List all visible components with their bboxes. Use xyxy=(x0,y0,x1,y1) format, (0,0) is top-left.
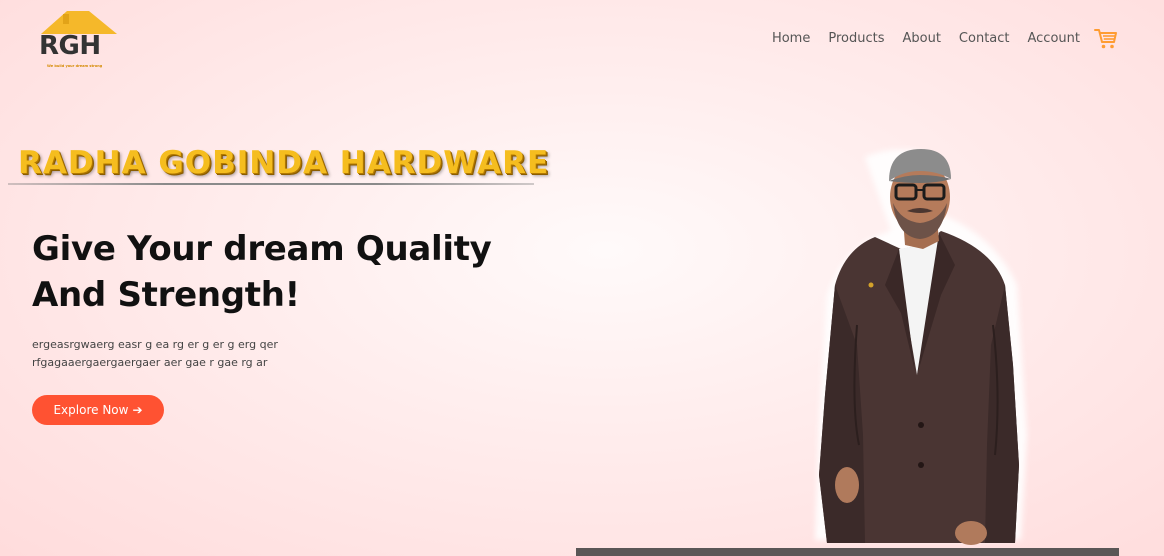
nav-home[interactable]: Home xyxy=(772,30,810,48)
logo-text: RGH xyxy=(39,31,101,61)
explore-now-label: Explore Now xyxy=(53,403,129,417)
nav-products[interactable]: Products xyxy=(828,30,884,48)
headline-line-2: And Strength! xyxy=(32,275,300,315)
description-line-1: ergeasrgwaerg easr g ea rg er g er g erg… xyxy=(32,338,278,351)
nav-contact[interactable]: Contact xyxy=(959,30,1010,48)
nav-about[interactable]: About xyxy=(902,30,940,48)
hero-description: ergeasrgwaerg easr g ea rg er g er g erg… xyxy=(32,336,332,372)
nav-account[interactable]: Account xyxy=(1028,30,1081,48)
headline-line-1: Give Your dream Quality xyxy=(32,229,492,269)
hero-portrait-image xyxy=(815,149,1027,545)
shopping-cart-icon[interactable] xyxy=(1094,27,1118,51)
description-line-2: rfgagaaergaergaergaer aer gae r gae rg a… xyxy=(32,356,268,369)
content-divider-bar xyxy=(576,548,1119,556)
explore-now-button[interactable]: Explore Now ➔ xyxy=(32,395,164,425)
brand-banner: RADHA GOBINDA HARDWARE xyxy=(8,145,548,188)
logo[interactable]: RGH We build your dream strong xyxy=(37,10,123,72)
main-nav: Home Products About Contact Account xyxy=(772,27,1118,51)
brand-underline xyxy=(8,183,534,185)
brand-title: RADHA GOBINDA HARDWARE xyxy=(18,145,550,181)
logo-tagline: We build your dream strong xyxy=(47,64,103,68)
arrow-right-icon: ➔ xyxy=(132,403,143,417)
hero-headline: Give Your dream Quality And Strength! xyxy=(32,226,552,318)
